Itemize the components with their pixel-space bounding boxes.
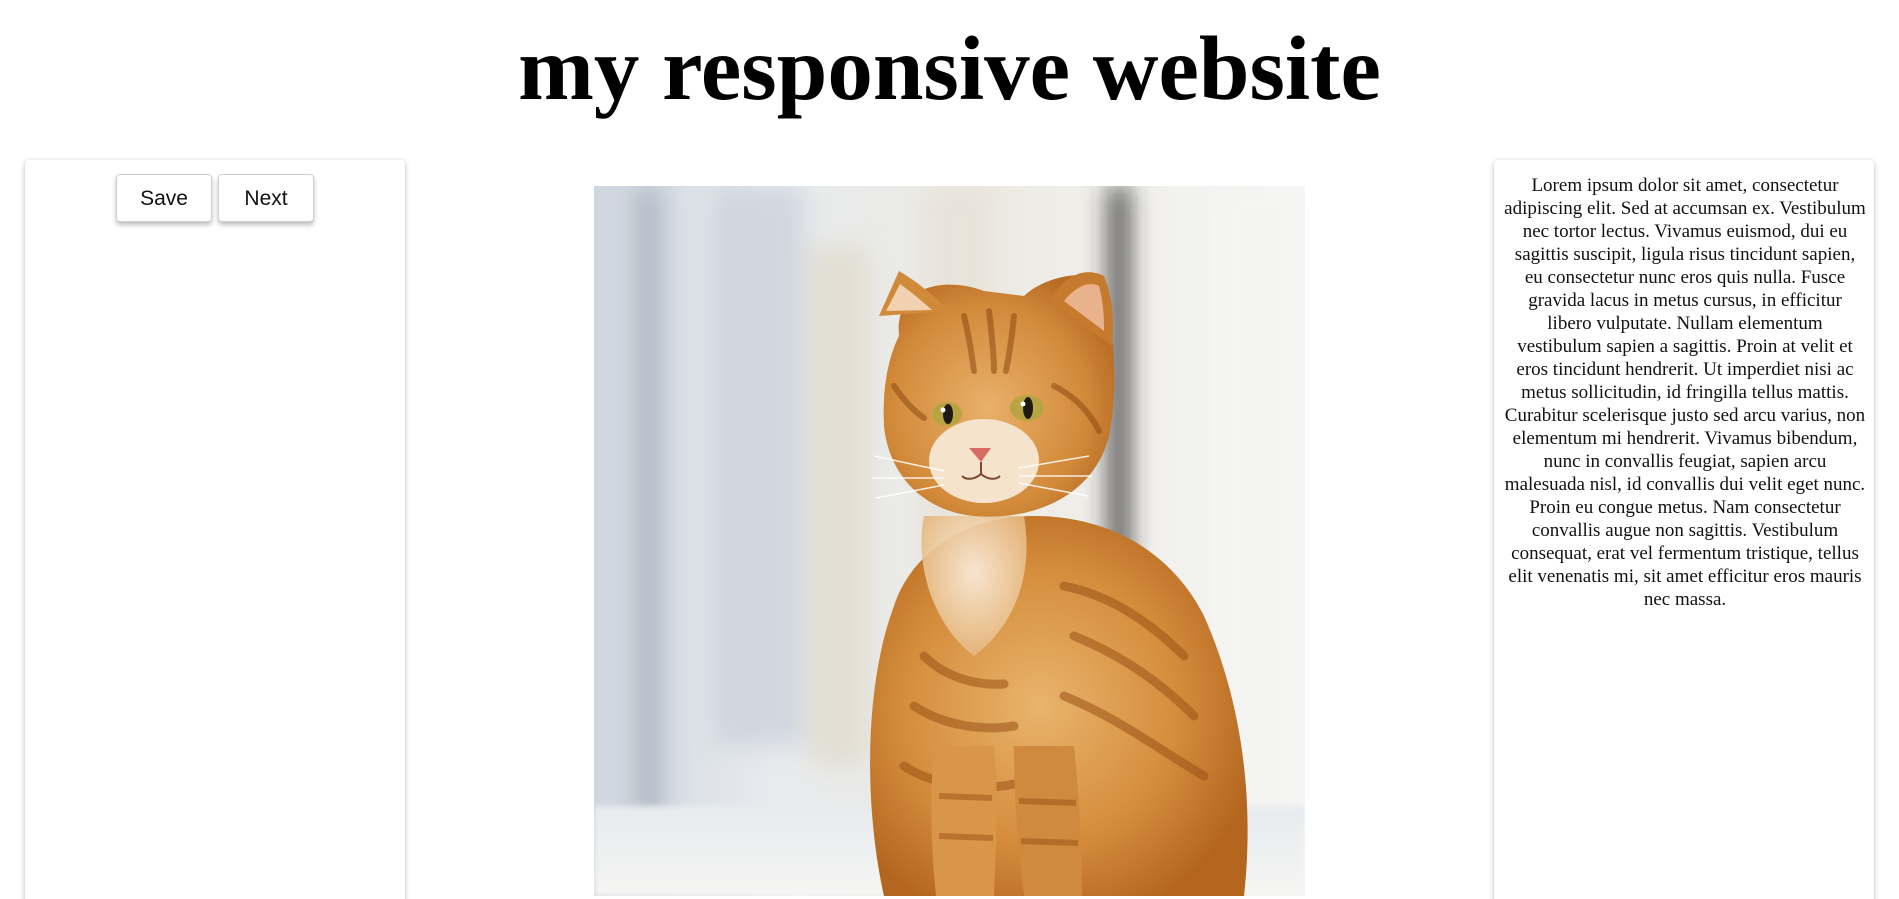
left-panel: Save Next	[25, 160, 405, 899]
page: my responsive website Save Next Lorem ip…	[0, 0, 1899, 899]
next-button[interactable]: Next	[218, 174, 314, 222]
cat-image	[594, 186, 1305, 896]
right-panel: Lorem ipsum dolor sit amet, consectetur …	[1494, 160, 1874, 899]
lorem-paragraph: Lorem ipsum dolor sit amet, consectetur …	[1504, 175, 1866, 610]
save-button[interactable]: Save	[116, 174, 212, 222]
page-title: my responsive website	[518, 18, 1381, 119]
button-group: Save Next	[25, 174, 405, 222]
